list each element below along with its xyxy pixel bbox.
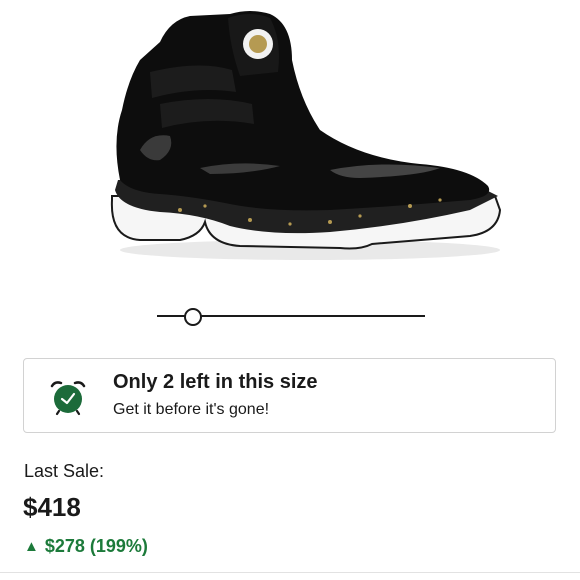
triangle-up-icon: ▲ (24, 538, 39, 555)
price-change: ▲ $278 (199%) (24, 536, 148, 557)
last-sale-price: $418 (23, 492, 81, 522)
slider-thumb[interactable] (183, 308, 202, 326)
divider (0, 572, 580, 573)
low-stock-alert-card (23, 358, 556, 433)
stock-alert-subtitle: Get it before it's gone! (113, 401, 270, 418)
last-sale-label: Last Sale: (24, 461, 105, 481)
image-gallery-slider[interactable] (157, 306, 425, 326)
product-page: Only 2 left in this size Get it before i… (0, 0, 580, 580)
price-change-value: $278 (199%) (44, 536, 148, 556)
stock-alert-title: Only 2 left in this size (113, 371, 318, 393)
product-image[interactable] (0, 0, 580, 290)
alarm-clock-icon (50, 381, 86, 416)
